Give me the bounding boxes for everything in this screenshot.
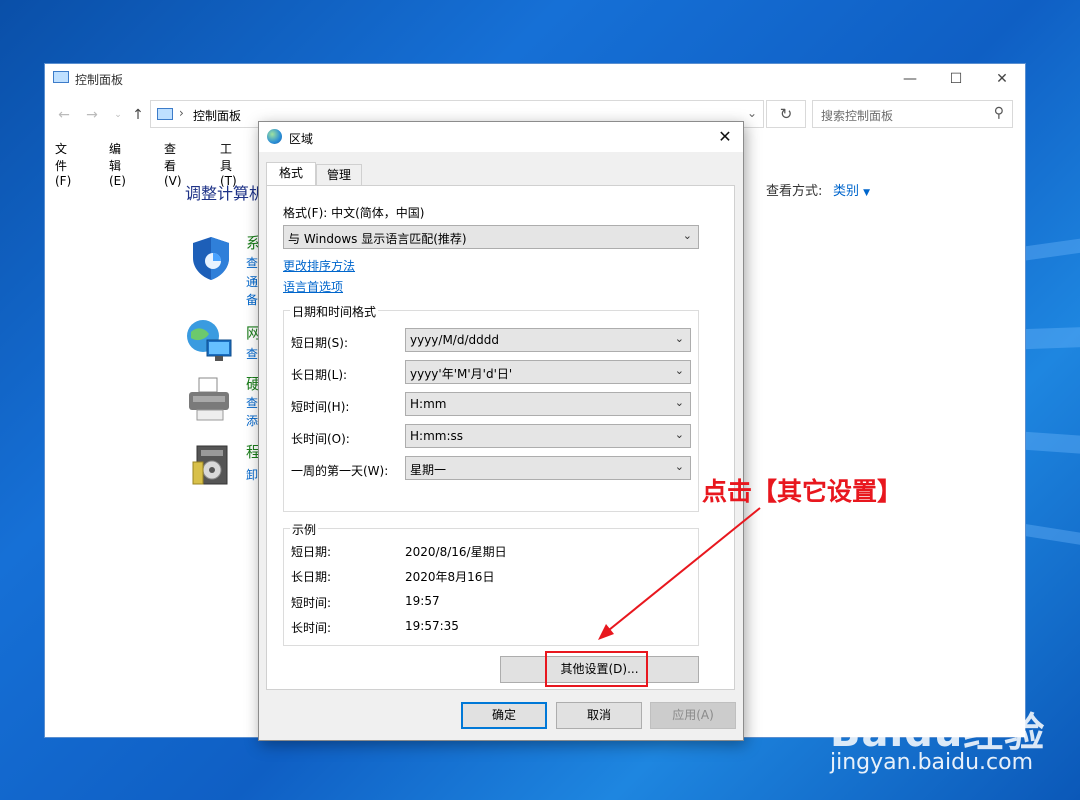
search-placeholder: 搜索控制面板 [821,109,894,123]
refresh-button[interactable]: ↻ [766,100,806,128]
view-by-dropdown[interactable]: 类别 ▼ [833,180,870,199]
example-label: 长时间: [291,621,332,635]
long-date-label: 长日期(L): [291,368,348,382]
example-value: 19:57:35 [405,619,459,633]
chevron-down-icon: ⌄ [674,460,684,473]
control-panel-icon [157,108,173,120]
category-link[interactable]: 卸 [246,466,258,483]
breadcrumb-chevron-icon[interactable]: › [179,106,184,120]
example-label: 短日期: [291,545,332,559]
category-link[interactable]: 添 [246,412,258,429]
window-title: 控制面板 [75,73,124,87]
watermark-url: jingyan.baidu.com [830,750,1034,775]
format-select-value: 与 Windows 显示语言匹配(推荐) [288,232,467,246]
network-globe-icon [187,320,232,361]
short-time-value: H:mm [410,397,447,411]
tab-format[interactable]: 格式 [266,162,316,187]
example-label: 长日期: [291,570,332,584]
category-link[interactable]: 查 [246,254,258,271]
long-time-label: 长时间(O): [291,432,350,446]
chevron-down-icon: ⌄ [674,396,684,409]
apply-button[interactable]: 应用(A) [650,702,736,729]
long-date-value: yyyy'年'M'月'd'日' [410,367,513,381]
breadcrumb[interactable]: 控制面板 [193,107,241,124]
forward-arrow-icon[interactable]: → [83,106,101,124]
search-input[interactable]: 搜索控制面板 ⚲ [812,100,1013,128]
example-value: 19:57 [405,594,440,608]
printer-icon [189,377,229,421]
group-title: 示例 [290,521,319,538]
page-title: 调整计算机 [185,184,266,203]
dialog-close-button[interactable]: ✕ [713,126,737,148]
first-day-of-week-value: 星期一 [410,463,447,477]
format-select[interactable]: 与 Windows 显示语言匹配(推荐) ⌄ [283,225,699,249]
short-date-select[interactable]: yyyy/M/d/dddd ⌄ [405,328,691,352]
category-link[interactable]: 备 [246,291,258,308]
view-by-label: 查看方式: [766,184,823,199]
chevron-down-icon[interactable]: ⌄ [747,106,757,120]
annotation-highlight-box [545,651,648,687]
minimize-button[interactable]: — [887,64,933,94]
dialog-title: 区域 [289,132,314,146]
maximize-button[interactable]: ☐ [933,64,979,94]
up-arrow-icon[interactable]: ↑ [129,106,147,124]
category-link[interactable]: 查 [246,394,258,411]
close-button[interactable]: ✕ [979,64,1025,94]
chevron-down-icon: ⌄ [674,428,684,441]
language-preferences-link[interactable]: 语言首选项 [283,278,343,295]
chevron-down-icon: ⌄ [674,364,684,377]
chevron-down-icon: ⌄ [682,229,692,242]
short-time-label: 短时间(H): [291,400,350,414]
cancel-button[interactable]: 取消 [556,702,642,729]
group-title: 日期和时间格式 [290,303,379,320]
annotation-arrow [598,507,761,640]
long-time-value: H:mm:ss [410,429,463,443]
example-label: 短时间: [291,596,332,610]
back-arrow-icon[interactable]: ← [55,106,73,124]
long-date-select[interactable]: yyyy'年'M'月'd'日' ⌄ [405,360,691,384]
category-link[interactable]: 查 [246,345,258,362]
example-value: 2020年8月16日 [405,570,495,584]
title-bar: 控制面板 — ☐ ✕ [45,64,1025,94]
globe-icon [267,129,282,144]
caret-down-icon: ▼ [863,188,871,198]
example-value: 2020/8/16/星期日 [405,545,507,559]
programs-icon [192,445,228,485]
dialog-title-bar: 区域 ✕ [259,122,743,152]
view-by-value: 类别 [833,184,860,199]
first-day-of-week-label: 一周的第一天(W): [291,464,389,478]
shield-icon [193,237,229,280]
datetime-format-group: 日期和时间格式 短日期(S): yyyy/M/d/dddd ⌄ 长日期(L): … [283,303,699,512]
menu-edit[interactable]: 编辑(E) [109,140,126,188]
category-link[interactable]: 通 [246,273,258,290]
menu-file[interactable]: 文件(F) [55,140,71,188]
ok-button[interactable]: 确定 [461,702,547,729]
short-date-value: yyyy/M/d/dddd [410,333,499,347]
short-time-select[interactable]: H:mm ⌄ [405,392,691,416]
short-date-label: 短日期(S): [291,336,349,350]
search-icon[interactable]: ⚲ [994,105,1004,121]
menu-view[interactable]: 查看(V) [164,140,182,188]
first-day-of-week-select[interactable]: 星期一 ⌄ [405,456,691,480]
format-label: 格式(F): 中文(简体，中国) [283,206,425,220]
chevron-down-icon: ⌄ [674,332,684,345]
long-time-select[interactable]: H:mm:ss ⌄ [405,424,691,448]
tab-administrative[interactable]: 管理 [316,164,362,186]
recent-dropdown-icon[interactable]: ⌄ [109,106,127,124]
change-sort-method-link[interactable]: 更改排序方法 [283,257,355,274]
control-panel-icon [53,71,69,83]
